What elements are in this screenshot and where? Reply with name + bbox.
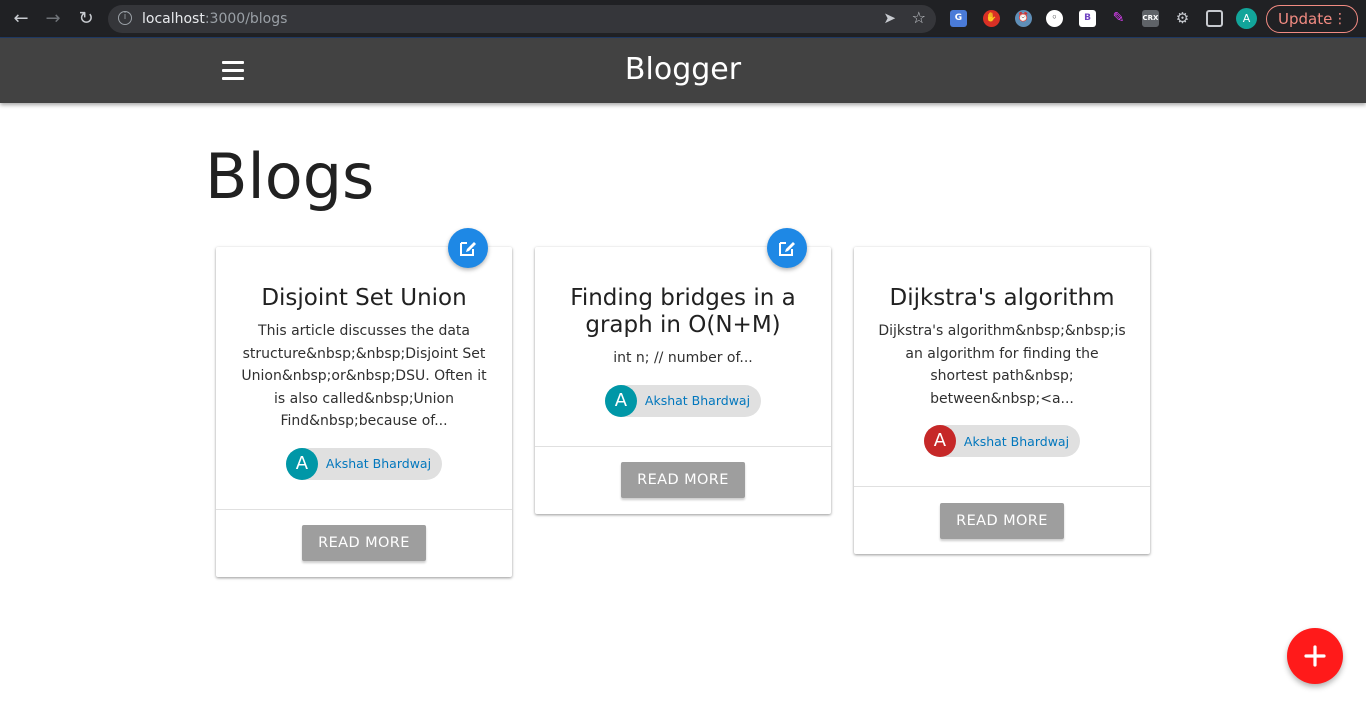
edit-icon	[779, 242, 795, 256]
translate-extension-icon[interactable]: G	[950, 10, 967, 27]
author-avatar: A	[285, 447, 318, 480]
read-more-button[interactable]: READ MORE	[940, 502, 1064, 539]
edit-blog-button[interactable]	[767, 228, 807, 268]
blog-title: Finding bridges in a graph in O(N+M)	[570, 285, 796, 338]
blog-description: int n; // number of...	[613, 350, 753, 366]
author-name: Akshat Bhardwaj	[325, 456, 432, 471]
alarm-extension-icon[interactable]: ⏰	[1015, 10, 1032, 27]
page-title: Blogs	[205, 140, 375, 213]
extensions-puzzle-icon[interactable]: ⚙	[1174, 10, 1191, 27]
forward-arrow-icon[interactable]: →	[42, 8, 64, 30]
bootstrap-extension-icon[interactable]: B	[1079, 10, 1096, 27]
author-avatar: A	[923, 425, 956, 457]
send-page-icon[interactable]: ➤	[883, 9, 896, 27]
adblock-extension-icon[interactable]: ✋	[983, 10, 1000, 27]
address-bar[interactable]: i localhost:3000/blogs ➤ ☆	[108, 5, 936, 33]
back-arrow-icon[interactable]: ←	[10, 8, 32, 30]
browser-toolbar: ← → ↻ i localhost:3000/blogs ➤ ☆ G ✋ ⏰ ◦…	[0, 0, 1366, 38]
read-more-button[interactable]: READ MORE	[302, 525, 426, 561]
blog-title: Dijkstra's algorithm	[889, 285, 1115, 311]
blog-card: Disjoint Set Union This article discusse…	[216, 228, 512, 577]
author-chip[interactable]: A Akshat Bhardwaj	[285, 447, 443, 480]
blog-description: Dijkstra's algorithm&nbsp;&nbsp;is an al…	[878, 323, 1126, 407]
address-url[interactable]: localhost:3000/blogs	[142, 11, 287, 27]
site-info-icon[interactable]: i	[118, 11, 132, 25]
blog-title: Disjoint Set Union	[261, 285, 467, 311]
crx-extension-icon[interactable]: CRX	[1142, 10, 1159, 27]
devtools-extension-icon[interactable]: ◦	[1046, 10, 1063, 27]
read-more-button[interactable]: READ MORE	[621, 462, 745, 498]
edit-icon	[460, 242, 476, 256]
blog-card: Finding bridges in a graph in O(N+M) int…	[535, 228, 831, 514]
app-title: Blogger	[624, 52, 742, 87]
app-bar: Blogger	[0, 38, 1366, 103]
update-button[interactable]: Update ⋮	[1266, 5, 1358, 33]
add-blog-button[interactable]	[1287, 628, 1343, 684]
blog-card: Dijkstra's algorithm Dijkstra's algorith…	[854, 247, 1150, 554]
pen-extension-icon[interactable]: ✎	[1110, 10, 1127, 27]
more-menu-icon[interactable]: ⋮	[1333, 6, 1347, 32]
author-chip[interactable]: A Akshat Bhardwaj	[923, 425, 1081, 457]
bookmark-star-icon[interactable]: ☆	[912, 8, 926, 27]
author-name: Akshat Bhardwaj	[644, 393, 751, 408]
profile-avatar[interactable]: A	[1236, 8, 1257, 29]
author-avatar: A	[604, 384, 637, 417]
reload-icon[interactable]: ↻	[75, 8, 97, 30]
author-chip[interactable]: A Akshat Bhardwaj	[604, 384, 762, 417]
plus-icon	[1304, 645, 1326, 667]
side-panel-icon[interactable]	[1206, 10, 1223, 27]
edit-blog-button[interactable]	[448, 228, 488, 268]
author-name: Akshat Bhardwaj	[963, 433, 1070, 449]
blog-description: This article discusses the data structur…	[241, 323, 487, 429]
